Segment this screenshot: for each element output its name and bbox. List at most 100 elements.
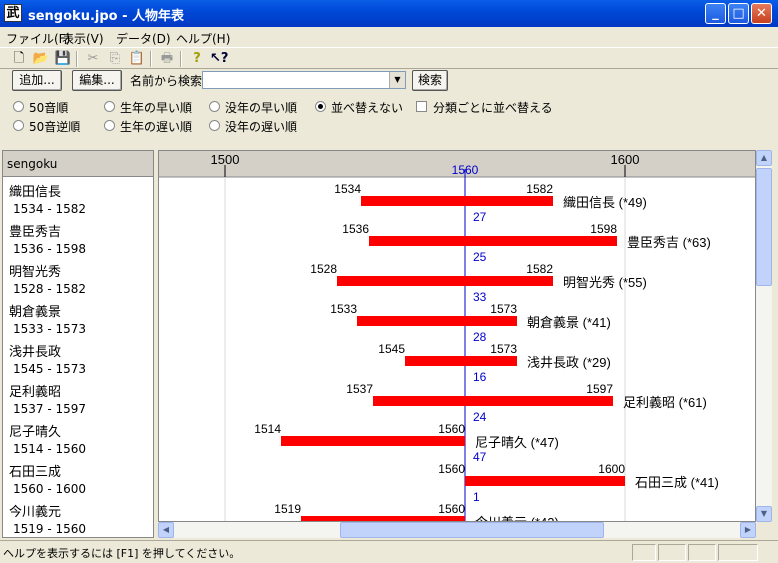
- search-button[interactable]: 検索: [412, 70, 448, 91]
- chevron-down-icon[interactable]: ▼: [389, 72, 405, 88]
- radio-birth-late[interactable]: [104, 120, 115, 131]
- menu-data[interactable]: データ(D): [116, 30, 171, 47]
- radio-label: 50音順: [29, 101, 69, 115]
- lifespan-bar: [373, 396, 613, 406]
- person-name: 尼子晴久: [9, 425, 62, 440]
- list-item[interactable]: 朝倉義景 1533 - 1573: [9, 305, 86, 337]
- person-name: 朝倉義景: [9, 305, 62, 320]
- list-item[interactable]: 明智光秀 1528 - 1582: [9, 265, 86, 297]
- scroll-down-button[interactable]: ▼: [756, 506, 772, 522]
- toolbar-separator: [76, 51, 78, 67]
- person-bar-label: 明智光秀 (*55): [563, 275, 647, 290]
- age-at-cursor-label: 24: [473, 410, 487, 424]
- lifespan-bar: [405, 356, 517, 366]
- age-at-cursor-label: 27: [473, 210, 487, 224]
- person-years: 1537 - 1597: [13, 402, 87, 416]
- birth-year-label: 1560: [438, 462, 465, 476]
- age-at-cursor-label: 16: [473, 370, 487, 384]
- lifespan-bar: [281, 436, 465, 446]
- radio-death-late[interactable]: [209, 120, 220, 131]
- toolbar-separator: [150, 51, 152, 67]
- age-at-cursor-label: 33: [473, 290, 487, 304]
- list-header: sengoku: [3, 151, 153, 177]
- birth-year-label: 1519: [274, 502, 301, 516]
- minimize-button[interactable]: _: [705, 3, 726, 24]
- death-year-label: 1598: [590, 222, 617, 236]
- axis-tick-label: 1600: [611, 152, 640, 167]
- paste-icon[interactable]: 📋: [128, 50, 146, 68]
- lifespan-bar: [337, 276, 553, 286]
- radio-aiueo[interactable]: [13, 101, 24, 112]
- menu-help[interactable]: ヘルプ(H): [176, 30, 230, 47]
- window-title: sengoku.jpo - 人物年表: [28, 9, 185, 24]
- status-text: ヘルプを表示するには [F1] を押してください。: [3, 547, 241, 560]
- help-icon[interactable]: ?: [188, 50, 206, 68]
- death-year-label: 1573: [490, 342, 517, 356]
- list-item[interactable]: 石田三成 1560 - 1600: [9, 465, 86, 497]
- person-bar-label: 浅井長政 (*29): [527, 355, 611, 370]
- print-icon[interactable]: 🖶: [158, 50, 176, 68]
- birth-year-label: 1533: [330, 302, 357, 316]
- status-pane: [632, 544, 656, 561]
- search-combo[interactable]: ▼: [202, 71, 406, 89]
- list-item[interactable]: 浅井長政 1545 - 1573: [9, 345, 86, 377]
- radio-label: 並べ替えない: [331, 101, 404, 115]
- person-years: 1528 - 1582: [13, 282, 87, 296]
- group-sort-checkbox[interactable]: [416, 101, 427, 112]
- radio-aiueo-reverse[interactable]: [13, 120, 24, 131]
- status-pane: [718, 544, 758, 561]
- copy-icon[interactable]: ⎘: [106, 50, 124, 68]
- toolbar-separator: [180, 51, 182, 67]
- birth-year-label: 1528: [310, 262, 337, 276]
- scroll-left-button[interactable]: ◀: [158, 522, 174, 538]
- person-bar-label: 石田三成 (*41): [635, 475, 719, 490]
- radio-death-early[interactable]: [209, 101, 220, 112]
- scroll-corner: [756, 522, 772, 538]
- person-bar-label: 朝倉義景 (*41): [527, 315, 611, 330]
- person-years: 1536 - 1598: [13, 242, 87, 256]
- list-item[interactable]: 今川義元 1519 - 1560: [9, 505, 86, 537]
- maximize-button[interactable]: □: [728, 3, 749, 24]
- birth-year-label: 1514: [254, 422, 281, 436]
- list-item[interactable]: 豊臣秀吉 1536 - 1598: [9, 225, 86, 257]
- horizontal-scroll-thumb[interactable]: [340, 522, 604, 538]
- radio-no-sort[interactable]: [315, 101, 326, 112]
- radio-label: 50音逆順: [29, 120, 81, 134]
- open-folder-icon[interactable]: 📂: [32, 50, 50, 68]
- vertical-scrollbar[interactable]: ▲ ▼: [756, 150, 772, 522]
- save-icon[interactable]: 💾: [54, 50, 72, 68]
- timeline-svg: 1500 1600 1560 1534 1582 織田信長 (*49) 27 1536 1598…: [159, 151, 755, 522]
- person-list[interactable]: sengoku 織田信長 1534 - 1582 豊臣秀吉 1536 - 1598 明智…: [2, 150, 154, 538]
- scroll-right-button[interactable]: ▶: [740, 522, 756, 538]
- cut-icon[interactable]: ✂: [84, 50, 102, 68]
- person-bar-label: 尼子晴久 (*47): [475, 435, 559, 450]
- age-at-cursor-label: 25: [473, 250, 487, 264]
- menu-view[interactable]: 表示(V): [62, 30, 104, 47]
- close-button[interactable]: ✕: [751, 3, 772, 24]
- list-item[interactable]: 織田信長 1534 - 1582: [9, 185, 86, 217]
- radio-label: 没年の遅い順: [225, 120, 298, 134]
- age-at-cursor-label: 28: [473, 330, 487, 344]
- menu-bar: ファイル(F) 表示(V) データ(D) ヘルプ(H): [0, 27, 778, 47]
- axis-tick-label: 1500: [211, 152, 240, 167]
- scroll-up-button[interactable]: ▲: [756, 150, 772, 166]
- person-name: 今川義元: [9, 505, 62, 520]
- timeline-chart[interactable]: 1500 1600 1560 1534 1582 織田信長 (*49) 27 1536 1598…: [158, 150, 756, 522]
- radio-label: 生年の遅い順: [120, 120, 193, 134]
- person-bar-label: 織田信長 (*49): [563, 195, 647, 210]
- person-bar-label: 今川義元 (*42): [475, 515, 559, 522]
- edit-button[interactable]: 編集...: [72, 70, 122, 91]
- list-item[interactable]: 足利義昭 1537 - 1597: [9, 385, 86, 417]
- menu-file[interactable]: ファイル(F): [6, 30, 70, 47]
- new-file-icon[interactable]: 🗋: [10, 50, 28, 68]
- lifespan-bar: [465, 476, 625, 486]
- app-icon[interactable]: 武: [4, 4, 22, 22]
- context-help-icon[interactable]: ↖?: [210, 50, 228, 68]
- list-item[interactable]: 尼子晴久 1514 - 1560: [9, 425, 86, 457]
- radio-birth-early[interactable]: [104, 101, 115, 112]
- horizontal-scrollbar[interactable]: ◀ ▶: [158, 522, 756, 538]
- vertical-scroll-thumb[interactable]: [756, 168, 772, 286]
- title-bar[interactable]: 武 sengoku.jpo - 人物年表 _ □ ✕: [0, 0, 778, 27]
- add-button[interactable]: 追加...: [12, 70, 62, 91]
- lifespan-bar: [361, 196, 553, 206]
